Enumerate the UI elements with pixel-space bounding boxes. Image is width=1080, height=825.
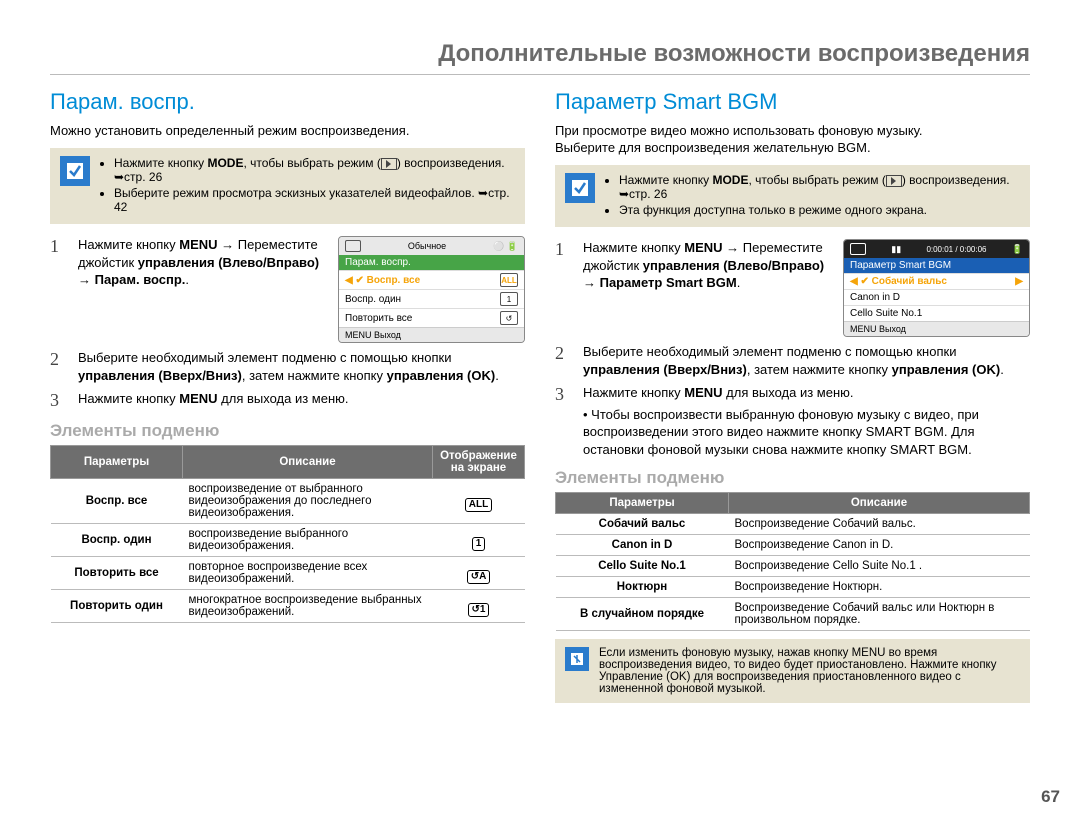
left-table: Параметры Описание Отображение на экране…	[50, 445, 525, 623]
left-step-3: 3 Нажмите кнопку MENU для выхода из меню…	[50, 390, 525, 411]
table-row: В случайном порядкеВоспроизведение Собач…	[556, 598, 1030, 631]
play-mode-icon	[381, 158, 397, 170]
left-step-1: 1 Нажмите кнопку MENU → Переместите джой…	[50, 236, 525, 343]
page-header: Дополнительные возможности воспроизведен…	[50, 40, 1030, 75]
right-intro2: Выберите для воспроизведения желательную…	[555, 140, 1030, 155]
check-icon	[60, 156, 90, 186]
step-number: 1	[50, 236, 68, 343]
table-row: Воспр. одинвоспроизведение выбранного ви…	[51, 524, 525, 557]
step3-sub-bullet: Чтобы воспроизвести выбранную фоновую му…	[583, 406, 1030, 459]
right-step-1: 1 Нажмите кнопку MENU → Переместите джой…	[555, 239, 1030, 337]
info-icon	[565, 647, 589, 671]
table-row: Собачий вальсВоспроизведение Собачий вал…	[556, 514, 1030, 535]
table-row: Воспр. всевоспроизведение от выбранного …	[51, 479, 525, 524]
left-note-text: Нажмите кнопку MODE, чтобы выбрать режим…	[100, 156, 515, 216]
camera-icon	[850, 243, 866, 255]
ss-title: Парам. воспр.	[339, 255, 524, 270]
left-subheading: Элементы подменю	[50, 421, 525, 441]
right-note-text: Нажмите кнопку MODE, чтобы выбрать режим…	[605, 173, 1020, 219]
ss-title: Параметр Smart BGM	[844, 258, 1029, 273]
right-step-3: 3 Нажмите кнопку MENU для выхода из меню…	[555, 384, 1030, 458]
ss-exit: MENU Выход	[844, 321, 1029, 336]
content-columns: Парам. воспр. Можно установить определен…	[50, 89, 1030, 715]
page-number: 67	[1041, 787, 1060, 807]
right-intro1: При просмотре видео можно использовать ф…	[555, 123, 1030, 138]
ss-row-selected: ◀ ✔ Воспр. все ALL	[339, 270, 524, 289]
left-step-2: 2 Выберите необходимый элемент подменю с…	[50, 349, 525, 384]
table-row: НоктюрнВоспроизведение Ноктюрн.	[556, 577, 1030, 598]
right-table: Параметры Описание Собачий вальсВоспроиз…	[555, 492, 1030, 631]
left-column: Парам. воспр. Можно установить определен…	[50, 89, 525, 715]
right-subheading: Элементы подменю	[555, 468, 1030, 488]
footnote-text: Если изменить фоновую музыку, нажав кноп…	[599, 647, 1020, 695]
right-step-2: 2 Выберите необходимый элемент подменю с…	[555, 343, 1030, 378]
left-intro: Можно установить определенный режим восп…	[50, 123, 525, 138]
table-row: Повторить одинмногократное воспроизведен…	[51, 590, 525, 623]
check-icon	[565, 173, 595, 203]
table-row: Cello Suite No.1Воспроизведение Cello Su…	[556, 556, 1030, 577]
table-row: Canon in DВоспроизведение Canon in D.	[556, 535, 1030, 556]
right-footnote: Если изменить фоновую музыку, нажав кноп…	[555, 639, 1030, 703]
ss-row-selected: ◀ ✔ Собачий вальс▶	[844, 273, 1029, 289]
right-note: Нажмите кнопку MODE, чтобы выбрать режим…	[555, 165, 1030, 227]
right-heading: Параметр Smart BGM	[555, 89, 1030, 115]
play-mode-icon	[886, 175, 902, 187]
table-row: Повторить всеповторное воспроизведение в…	[51, 557, 525, 590]
right-screenshot: ▮▮ 0:00:01 / 0:00:06 🔋 Параметр Smart BG…	[843, 239, 1030, 337]
left-note: Нажмите кнопку MODE, чтобы выбрать режим…	[50, 148, 525, 224]
ss-exit: MENU Выход	[339, 327, 524, 342]
manual-page: Дополнительные возможности воспроизведен…	[0, 0, 1080, 825]
camera-icon	[345, 240, 361, 252]
left-screenshot: Обычное ⚪ 🔋 Парам. воспр. ◀ ✔ Воспр. все…	[338, 236, 525, 343]
left-heading: Парам. воспр.	[50, 89, 525, 115]
right-column: Параметр Smart BGM При просмотре видео м…	[555, 89, 1030, 715]
